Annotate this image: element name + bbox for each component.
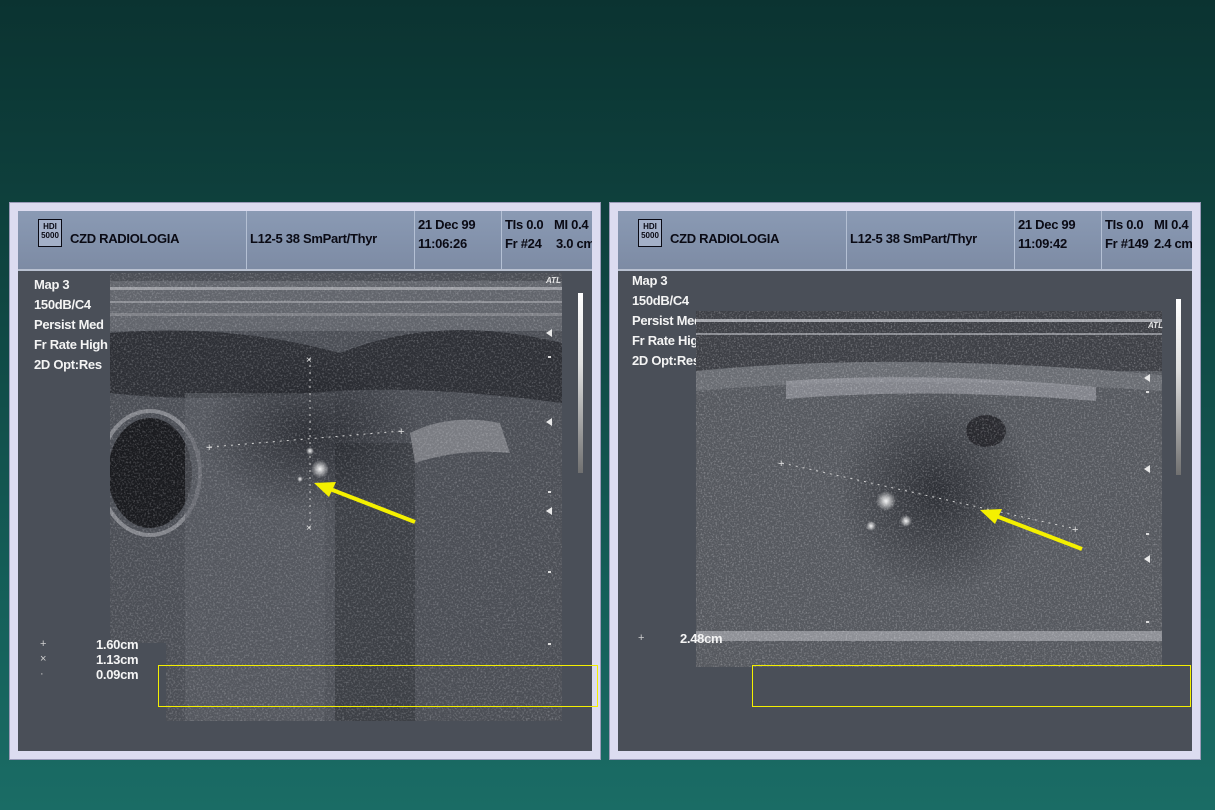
highlight-box-left — [158, 665, 598, 707]
arrow-left-icon — [314, 482, 416, 524]
highlight-box-right — [752, 665, 1191, 707]
arrow-right-icon — [980, 509, 1083, 551]
